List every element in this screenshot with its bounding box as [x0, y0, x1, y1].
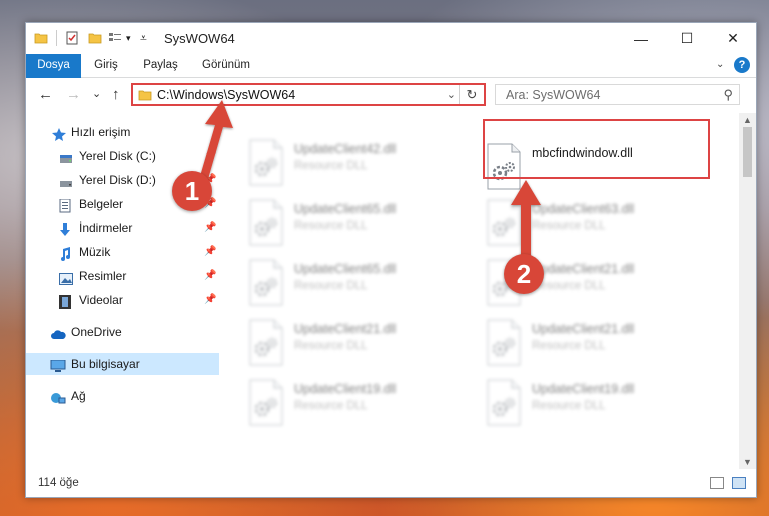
arrow-2 [511, 180, 541, 258]
arrow-1 [198, 100, 233, 186]
callout-2: 2 [504, 254, 544, 294]
annotation-arrows [198, 100, 541, 258]
callout-1: 1 [172, 171, 212, 211]
